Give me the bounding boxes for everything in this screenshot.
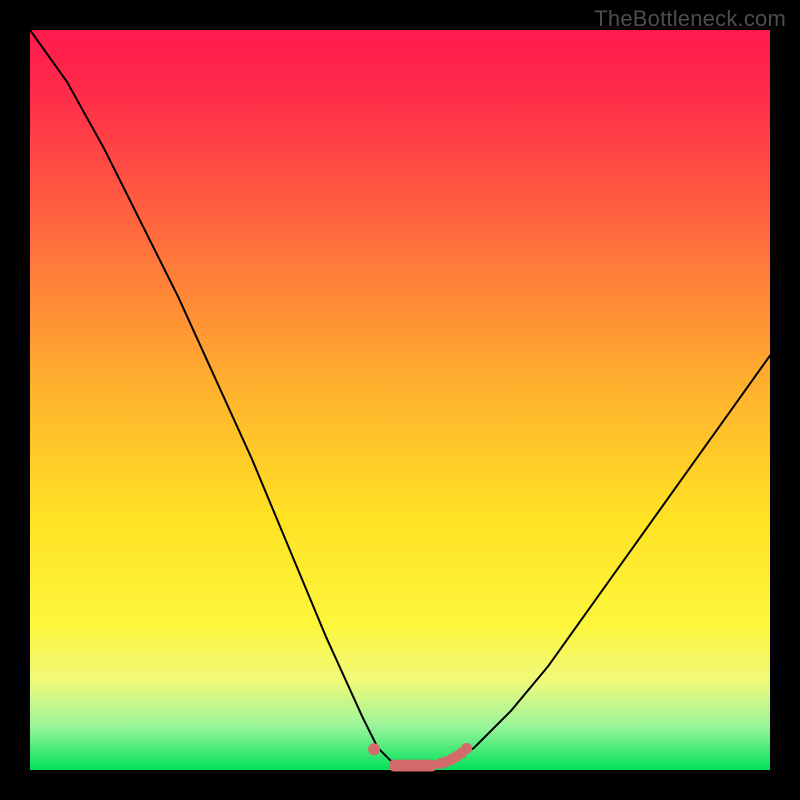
curve-marker <box>368 743 380 755</box>
plot-area <box>30 30 770 770</box>
plot-svg <box>30 30 770 770</box>
watermark-text: TheBottleneck.com <box>594 6 786 32</box>
chart-frame: TheBottleneck.com <box>0 0 800 800</box>
bottleneck-curve <box>30 30 770 766</box>
optimal-range-bar <box>389 760 437 772</box>
curve-marker <box>461 743 472 754</box>
